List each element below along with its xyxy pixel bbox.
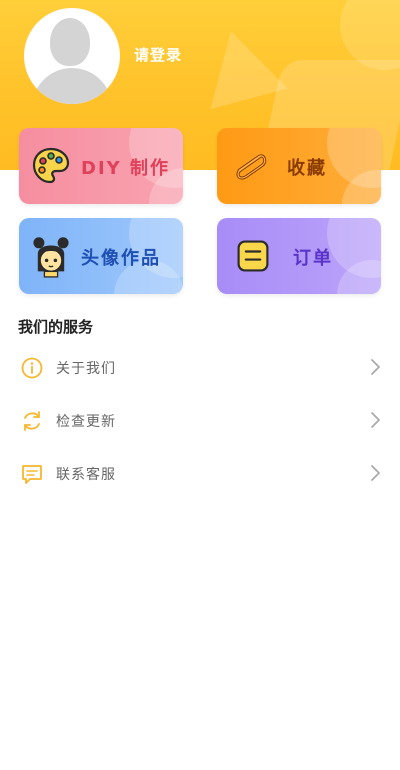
service-item-check-update[interactable]: 检查更新 [0,401,400,441]
favorites-card[interactable]: 收藏 [217,128,381,204]
header-decoration [192,20,288,110]
palette-icon [32,147,70,184]
avatar-body-shape [32,68,112,104]
avatar-works-card[interactable]: 头像作品 [19,218,183,294]
avatar-works-card-label: 头像作品 [81,248,161,269]
chevron-right-icon [371,465,380,481]
services-title: 我们的服务 [18,318,94,336]
service-item-label: 检查更新 [56,414,116,430]
service-item-label: 联系客服 [56,467,116,483]
chevron-right-icon [371,412,380,428]
service-item-about[interactable]: 关于我们 [0,348,400,388]
avatar-head-shape [50,18,90,66]
avatar[interactable] [24,8,120,104]
note-icon [237,240,269,272]
orders-card-label: 订单 [293,248,333,269]
chevron-right-icon [371,359,380,375]
login-link[interactable]: 请登录 [134,44,182,65]
message-icon [22,465,42,484]
girl-avatar-icon [33,237,69,278]
refresh-icon [24,411,40,431]
service-item-contact[interactable]: 联系客服 [0,454,400,494]
info-icon [21,357,43,379]
service-item-label: 关于我们 [56,361,116,377]
diy-card-label: DIY 制作 [81,158,170,179]
paperclip-icon [236,154,267,180]
favorites-card-label: 收藏 [287,158,327,179]
diy-card[interactable]: DIY 制作 [19,128,183,204]
orders-card[interactable]: 订单 [217,218,381,294]
profile-page: 请登录 DIY 制作 收藏 头像作品 订单 我们的服务 关于我们 检查更新 联系… [0,0,400,770]
